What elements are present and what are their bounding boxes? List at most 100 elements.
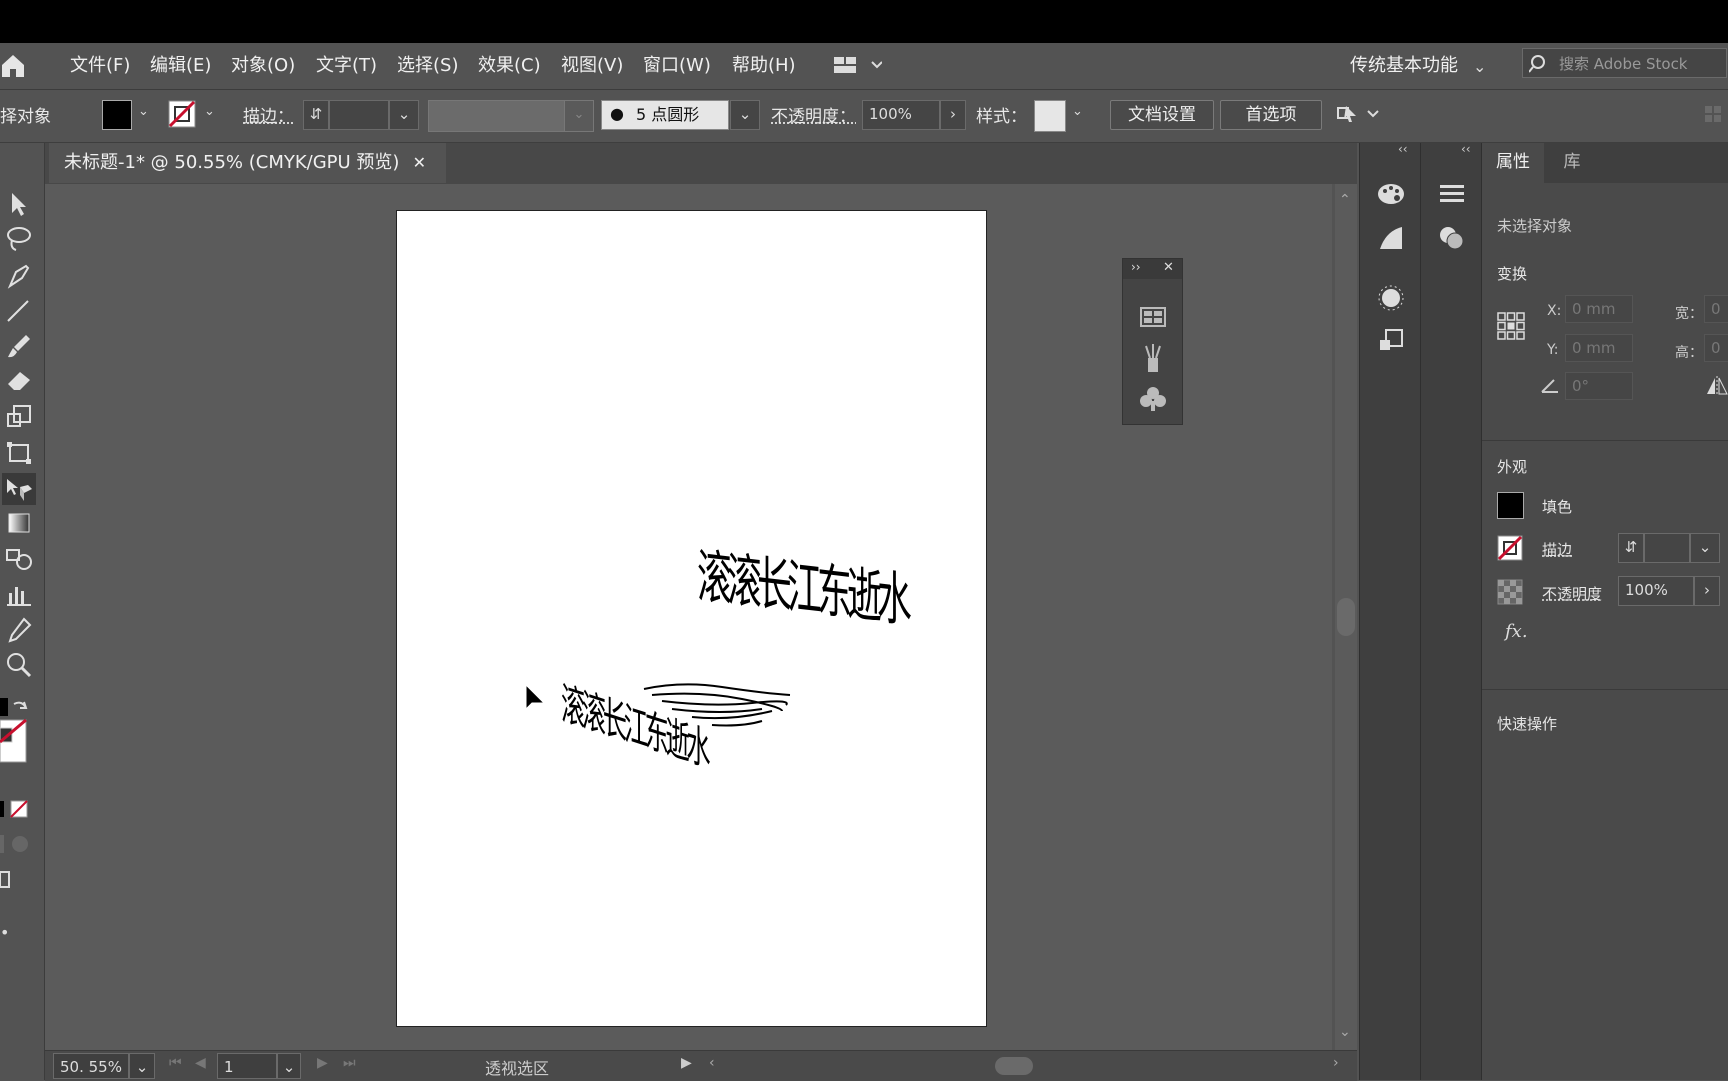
menu-object[interactable]: 对象(O) — [231, 51, 295, 81]
document-setup-button[interactable]: 文档设置 — [1110, 100, 1214, 130]
pen-tool-icon[interactable] — [2, 260, 36, 292]
brushes-icon[interactable] — [1140, 344, 1166, 374]
menu-help[interactable]: 帮助(H) — [732, 51, 796, 81]
zoom-level-input[interactable]: 50. 55% — [53, 1053, 129, 1079]
collapse-dock-icon-2[interactable]: ‹‹ — [1461, 142, 1471, 156]
close-panel-icon[interactable]: ✕ — [1163, 260, 1174, 275]
color-mode-icons[interactable] — [0, 798, 40, 820]
rotate-input[interactable]: 0° — [1565, 372, 1633, 400]
stroke-weight-dropdown[interactable]: ⌄ — [389, 100, 419, 130]
perspective-selection-tool-icon[interactable] — [2, 473, 36, 505]
scroll-left-icon[interactable]: ‹ — [709, 1055, 715, 1071]
scroll-up-icon[interactable]: ⌃ — [1339, 192, 1351, 208]
scroll-down-icon[interactable]: ⌄ — [1339, 1024, 1351, 1040]
brush-definition[interactable]: ● 5 点圆形 — [601, 100, 729, 130]
first-artboard-icon[interactable]: ⏮ — [169, 1055, 182, 1071]
floating-panel-header[interactable]: ›› ✕ — [1123, 259, 1182, 279]
zoom-tool-icon[interactable] — [2, 650, 36, 682]
scroll-thumb[interactable] — [1337, 598, 1355, 636]
opacity-link-label[interactable]: 不透明度 — [1542, 583, 1602, 604]
graphic-style-swatch[interactable] — [1034, 100, 1066, 132]
stroke-link-label[interactable]: 描边 — [1542, 539, 1572, 560]
opacity-arrow[interactable]: › — [940, 100, 966, 130]
menu-effect[interactable]: 效果(C) — [478, 51, 541, 81]
horizontal-scrollbar[interactable]: ‹ › — [705, 1051, 1357, 1081]
line-tool-icon[interactable] — [2, 295, 36, 327]
drawing-mode-icons[interactable] — [0, 833, 40, 855]
paintbrush-tool-icon[interactable] — [2, 331, 36, 363]
appearance-stroke-input[interactable] — [1644, 533, 1690, 563]
distorted-text-shape[interactable] — [642, 681, 792, 741]
previous-artboard-icon[interactable]: ◀ — [195, 1055, 206, 1071]
x-input[interactable]: 0 mm — [1565, 295, 1633, 323]
menu-type[interactable]: 文字(T) — [316, 51, 377, 81]
lasso-tool-icon[interactable] — [2, 224, 36, 256]
select-similar-icon[interactable] — [1336, 100, 1384, 128]
vertical-scrollbar[interactable]: ⌃ ⌄ — [1335, 184, 1357, 1050]
tab-library[interactable]: 库 — [1544, 143, 1600, 183]
artboard-dropdown[interactable]: ⌄ — [277, 1053, 301, 1079]
flip-horizontal-icon[interactable] — [1705, 376, 1728, 396]
artboards-icon[interactable] — [1140, 306, 1166, 328]
eraser-tool-icon[interactable] — [2, 366, 36, 398]
variable-width-profile[interactable] — [428, 100, 566, 132]
pathfinder-circles-icon[interactable] — [1437, 223, 1467, 253]
home-icon[interactable] — [0, 53, 26, 79]
screen-mode-icon[interactable] — [0, 869, 16, 891]
color-palette-icon[interactable] — [1376, 179, 1406, 209]
color-guide-icon[interactable] — [1376, 223, 1406, 253]
menu-edit[interactable]: 编辑(E) — [150, 51, 211, 81]
appearance-stroke-stepper[interactable]: ⇵ — [1618, 533, 1644, 563]
collapse-dock-icon[interactable]: ‹‹ — [1398, 142, 1408, 156]
stroke-weight-stepper[interactable]: ⇵ — [303, 100, 329, 130]
stroke-none-swatch[interactable] — [168, 100, 196, 128]
appearance-opacity-arrow[interactable]: › — [1694, 576, 1720, 606]
menu-file[interactable]: 文件(F) — [70, 51, 130, 81]
appearance-fill-swatch[interactable] — [1497, 492, 1524, 519]
next-artboard-icon[interactable]: ▶ — [317, 1055, 328, 1071]
graph-tool-icon[interactable] — [2, 579, 36, 611]
close-tab-icon[interactable]: ✕ — [413, 143, 426, 183]
brush-dropdown[interactable]: ⌄ — [730, 100, 760, 130]
gradient-tool-icon[interactable] — [2, 508, 36, 540]
edit-toolbar-icon[interactable]: • — [0, 923, 9, 942]
free-transform-tool-icon[interactable] — [2, 437, 36, 469]
last-artboard-icon[interactable]: ⏭ — [343, 1055, 356, 1071]
horizontal-scroll-thumb[interactable] — [995, 1057, 1033, 1075]
transform-panel-icon[interactable] — [1376, 326, 1406, 356]
preferences-button[interactable]: 首选项 — [1220, 100, 1322, 130]
selection-tool-icon[interactable] — [2, 189, 36, 221]
search-input[interactable]: 搜索 Adobe Stock — [1559, 53, 1688, 74]
stroke-weight-input[interactable] — [329, 100, 389, 130]
opacity-label[interactable]: 不透明度： — [771, 102, 856, 127]
perspective-text-upper[interactable]: 滚滚长江东逝水 — [697, 529, 907, 637]
scroll-right-icon[interactable]: › — [1333, 1055, 1339, 1071]
width-input[interactable]: 0 — [1704, 295, 1728, 323]
reference-point-icon[interactable] — [1496, 311, 1526, 341]
scale-tool-icon[interactable] — [2, 402, 36, 434]
menu-select[interactable]: 选择(S) — [397, 51, 458, 81]
workspace-switcher[interactable]: 传统基本功能 — [1350, 51, 1458, 81]
stock-search-box[interactable]: 搜索 Adobe Stock — [1522, 48, 1727, 78]
arrange-documents-icon[interactable] — [832, 53, 883, 77]
fill-dropdown-icon[interactable]: ⌄ — [138, 104, 149, 119]
opacity-input[interactable]: 100% — [862, 100, 940, 130]
stroke-dropdown-icon[interactable]: ⌄ — [204, 104, 215, 119]
fill-swatch[interactable] — [102, 100, 132, 130]
stroke-label[interactable]: 描边： — [243, 102, 294, 127]
fill-stroke-swatches[interactable] — [0, 698, 40, 768]
expand-panel-icon[interactable]: ›› — [1131, 260, 1141, 274]
symbols-icon[interactable] — [1140, 385, 1166, 413]
layers-menu-icon[interactable] — [1437, 179, 1467, 209]
appearance-opacity-input[interactable]: 100% — [1618, 576, 1694, 606]
menu-view[interactable]: 视图(V) — [561, 51, 623, 81]
artboard-number-input[interactable]: 1 — [217, 1053, 277, 1079]
appearance-stroke-swatch[interactable] — [1497, 535, 1523, 561]
menu-window[interactable]: 窗口(W) — [643, 51, 711, 81]
chevron-down-icon[interactable]: ⌄ — [1473, 57, 1486, 76]
zoom-dropdown[interactable]: ⌄ — [129, 1053, 155, 1079]
appearance-sun-icon[interactable] — [1376, 283, 1406, 313]
shape-builder-tool-icon[interactable] — [2, 544, 36, 576]
tab-properties[interactable]: 属性 — [1482, 143, 1544, 183]
document-tab[interactable]: 未标题-1* @ 50.55% (CMYK/GPU 预览) ✕ — [49, 143, 446, 183]
